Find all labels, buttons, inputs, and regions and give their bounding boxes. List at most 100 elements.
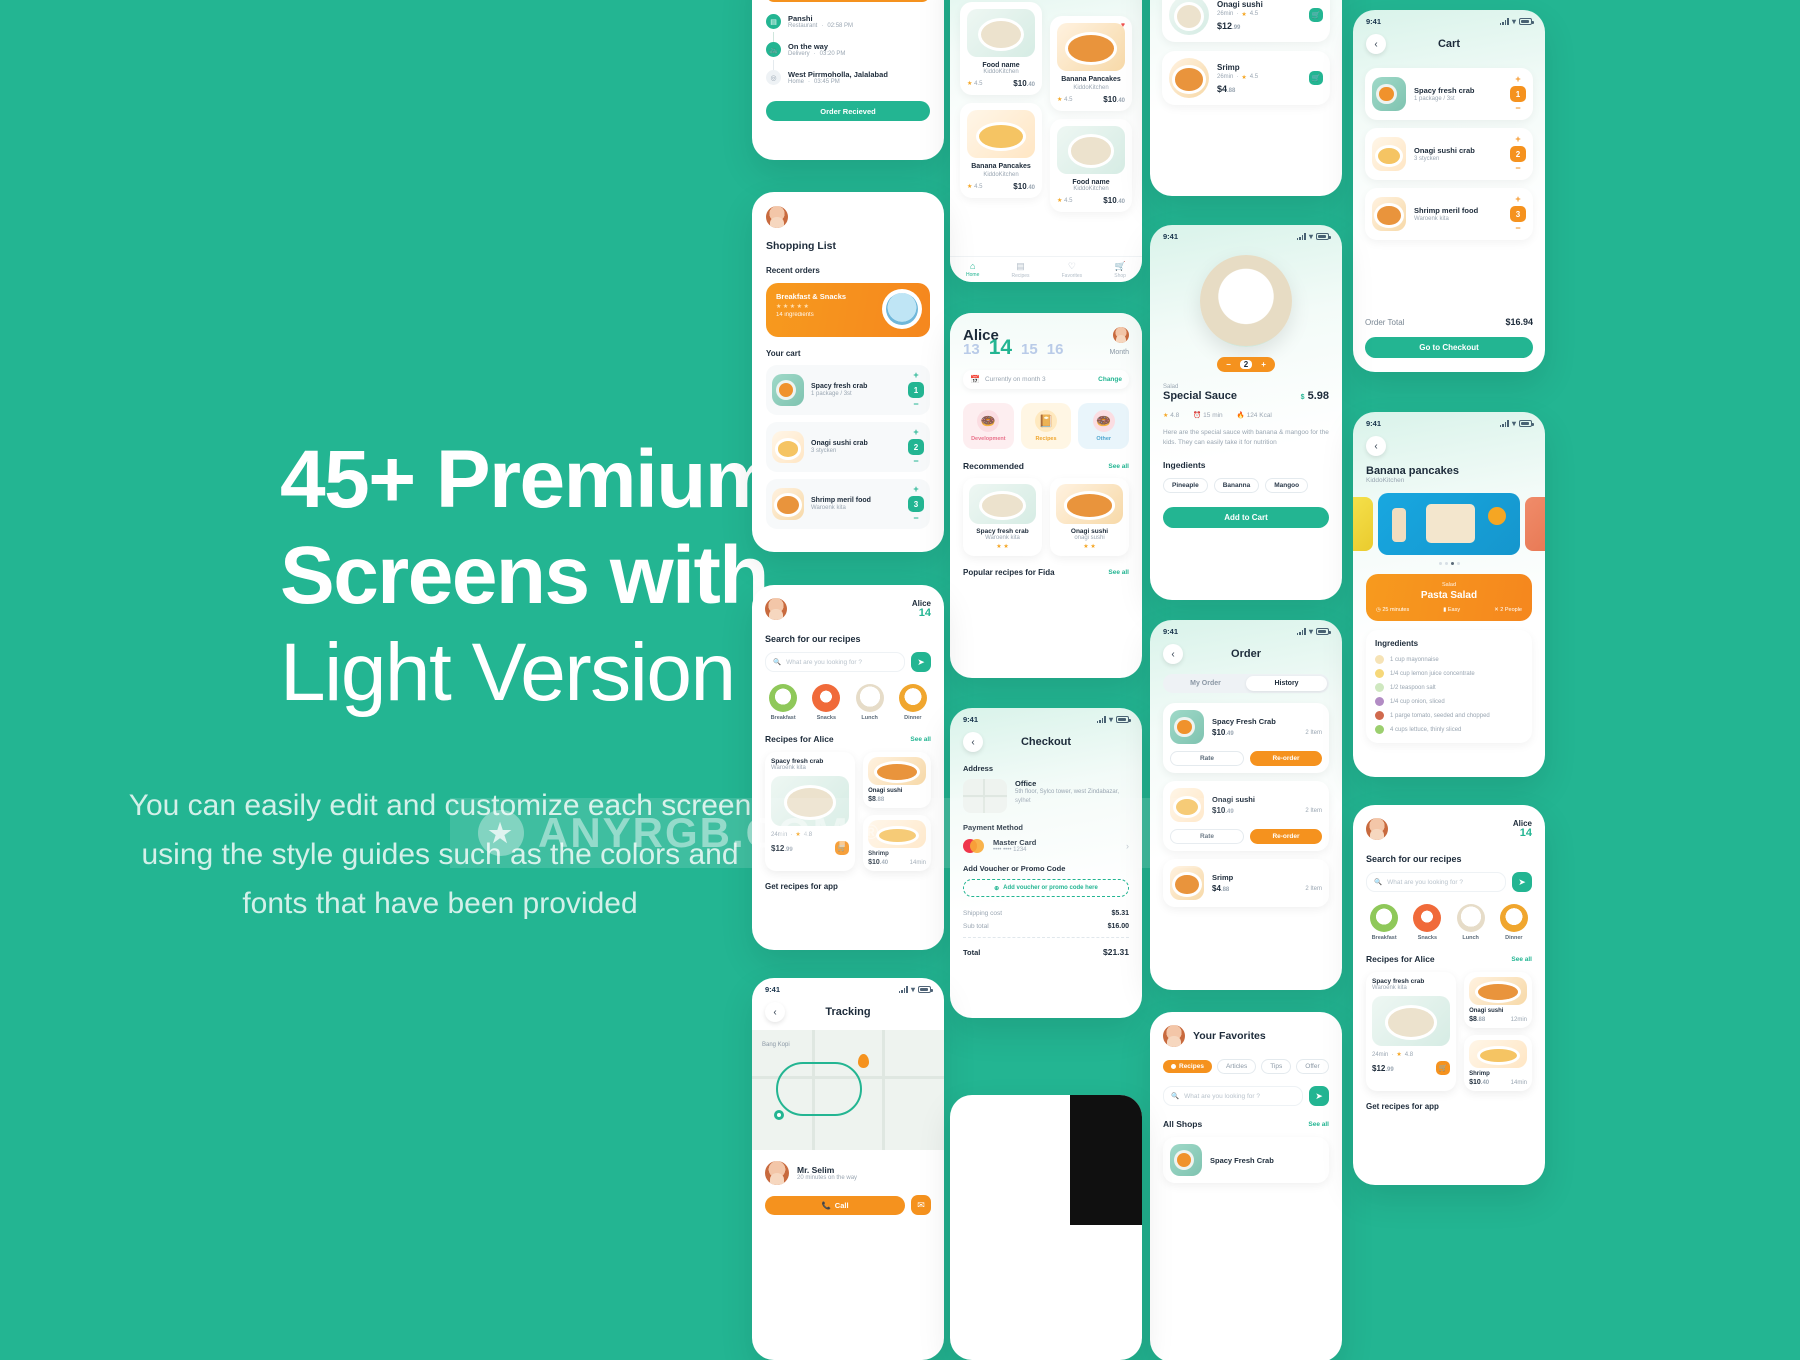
back-button[interactable]: ‹: [963, 732, 983, 752]
quantity-stepper[interactable]: + 3 −: [908, 485, 924, 523]
order-row[interactable]: Onagi sushi $10.49 2 Item Rate Re-order: [1163, 781, 1329, 851]
send-button[interactable]: ➤: [911, 652, 931, 672]
tab-recipes[interactable]: Recipes: [1163, 1060, 1212, 1073]
screen-search-alice[interactable]: Alice 14 Search for our recipes 🔍 What a…: [752, 585, 944, 950]
screen-tracking-status[interactable]: ▤ Panshi Restaurant · 02:58 PM 🚲 On the wa…: [752, 0, 944, 160]
period-label[interactable]: Month: [1110, 349, 1129, 356]
back-button[interactable]: ‹: [765, 1002, 785, 1022]
back-button[interactable]: ‹: [1163, 644, 1183, 664]
message-button[interactable]: ✉: [911, 1195, 931, 1215]
quantity-stepper[interactable]: − 2 +: [1217, 357, 1275, 372]
screen-cart[interactable]: 9:41 ▾ ‹ Cart Spacy fresh crab 1 package…: [1353, 10, 1545, 372]
order-row[interactable]: Srimp $4.88 2 Item: [1163, 859, 1329, 907]
cart-row[interactable]: Onagi sushi crab 3 stycken + 2 −: [1365, 128, 1533, 180]
reorder-button[interactable]: Re-order: [1250, 751, 1322, 766]
quantity-stepper[interactable]: + 1 −: [908, 371, 924, 409]
food-card[interactable]: Banana Pancakes KiddoKitchen ★ 4.5 $10.4…: [960, 103, 1042, 198]
quantity-stepper[interactable]: + 2 −: [1510, 135, 1526, 173]
map-view[interactable]: Bang Kopi: [752, 1030, 944, 1150]
category-dinner[interactable]: Dinner: [1496, 904, 1532, 941]
recipe-card-large[interactable]: Spacy fresh crab Waroenk kita 24min · ★ 4.8…: [765, 752, 856, 871]
food-card[interactable]: ♥ Banana Pancakes KiddoKitchen ★ 4.5 $10…: [1050, 16, 1132, 111]
see-all-link[interactable]: See all: [910, 736, 931, 743]
bottom-tab-bar[interactable]: ⌂ Home ▤ Recipes ♡ Favorites 🛒 Shop: [950, 256, 1142, 282]
category-dinner[interactable]: Dinner: [895, 684, 931, 721]
screen-order-history[interactable]: 9:41 ▾ ‹ Order My Order History Spacy Fr…: [1150, 620, 1342, 990]
increment-button[interactable]: +: [1515, 75, 1520, 84]
screen-quick-list[interactable]: Onagi sushi 26min · ★ 4.5 $12.99 🛒 Srimp 26…: [1150, 0, 1342, 196]
quantity-stepper[interactable]: + 1 −: [1510, 75, 1526, 113]
avatar[interactable]: [766, 206, 788, 228]
ingredient-chip[interactable]: Pineaple: [1163, 478, 1208, 494]
see-all-link[interactable]: See all: [1108, 569, 1129, 576]
search-input[interactable]: 🔍 What are you looking for ?: [1163, 1086, 1303, 1106]
screen-home-grid[interactable]: Food name KiddoKitchen ★ 4.5 $10.40 Bana…: [950, 0, 1142, 282]
tab-tips[interactable]: Tips: [1261, 1059, 1292, 1074]
recommended-card[interactable]: Onagi sushi onagi sushi ★ ★: [1050, 478, 1129, 556]
quantity-stepper[interactable]: + 2 −: [908, 428, 924, 466]
category-breakfast[interactable]: Breakfast: [765, 684, 801, 721]
increment-button[interactable]: +: [1515, 195, 1520, 204]
screen-tracking-map[interactable]: 9:41 ▾ ‹ Tracking Bang Kopi Mr. Selim 20…: [752, 978, 944, 1360]
recipe-card-small[interactable]: Onagi sushi $8.88: [863, 752, 931, 808]
food-card[interactable]: Food name KiddoKitchen ★ 4.5 $10.40: [960, 2, 1042, 95]
tab-shop[interactable]: 🛒 Shop: [1114, 261, 1126, 279]
increment-button[interactable]: +: [913, 371, 918, 380]
screen-partial-dark[interactable]: [950, 1095, 1142, 1360]
favorite-row[interactable]: Spacy Fresh Crab: [1163, 1137, 1329, 1183]
send-button[interactable]: ➤: [1512, 872, 1532, 892]
recipe-banner[interactable]: Salad Pasta Salad ◷ 25 minutes ▮ Easy ✕ …: [1366, 574, 1532, 621]
change-button[interactable]: Change: [1098, 376, 1122, 383]
tab-favorites[interactable]: ♡ Favorites: [1062, 261, 1083, 279]
list-item[interactable]: Srimp 26min · ★ 4.5 $4.88 🛒: [1162, 51, 1330, 105]
order-tabs[interactable]: My Order History: [1163, 674, 1329, 693]
tab-home[interactable]: ⌂ Home: [966, 261, 979, 278]
recommended-card[interactable]: Spacy fresh crab Waroenk kita ★ ★: [963, 478, 1042, 556]
day-14-active[interactable]: 14: [989, 336, 1012, 360]
category-snacks[interactable]: Snacks: [1409, 904, 1445, 941]
search-input[interactable]: 🔍 What are you looking for ?: [765, 652, 905, 672]
category-lunch[interactable]: Lunch: [852, 684, 888, 721]
screen-search-alice-2[interactable]: Alice 14 Search for our recipes 🔍 What a…: [1353, 805, 1545, 1185]
increment-button[interactable]: +: [1261, 360, 1266, 369]
go-to-checkout-button[interactable]: Go to Checkout: [1365, 337, 1533, 358]
category-development[interactable]: 🍩 Development: [963, 403, 1014, 449]
rate-button[interactable]: Rate: [1170, 829, 1244, 844]
tab-recipes[interactable]: ▤ Recipes: [1011, 261, 1029, 279]
carousel-prev-image[interactable]: [1353, 497, 1373, 551]
quantity-stepper[interactable]: + 3 −: [1510, 195, 1526, 233]
ingredient-chip[interactable]: Mangoo: [1265, 478, 1309, 494]
ingredient-chip[interactable]: Bananna: [1213, 478, 1260, 494]
category-recipes[interactable]: 📔 Recipes: [1020, 403, 1072, 449]
day-16[interactable]: 16: [1047, 341, 1064, 358]
list-item[interactable]: Onagi sushi 26min · ★ 4.5 $12.99 🛒: [1162, 0, 1330, 42]
increment-button[interactable]: +: [913, 428, 918, 437]
rate-button[interactable]: Rate: [1170, 751, 1244, 766]
recipe-card-small[interactable]: Shrimp $10.40 14min: [863, 815, 931, 871]
see-all-link[interactable]: See all: [1511, 956, 1532, 963]
day-15[interactable]: 15: [1021, 341, 1038, 358]
avatar[interactable]: [1163, 1025, 1185, 1047]
decrement-button[interactable]: −: [913, 514, 918, 523]
add-to-cart-icon[interactable]: 🛒: [1436, 1061, 1451, 1075]
add-to-cart-icon[interactable]: 🛒: [1309, 71, 1323, 85]
add-to-cart-icon[interactable]: 🛒: [1309, 8, 1323, 22]
see-all-link[interactable]: See all: [1108, 463, 1129, 470]
reorder-button[interactable]: Re-order: [1250, 829, 1322, 844]
increment-button[interactable]: +: [913, 485, 918, 494]
cart-row[interactable]: Onagi sushi crab 3 stycken + 2 −: [766, 422, 930, 472]
address-row[interactable]: Office 5th floor, Sylco tower, west Zind…: [963, 779, 1129, 813]
add-to-cart-button[interactable]: Add to Cart: [1163, 507, 1329, 529]
chevron-right-icon[interactable]: ›: [1126, 841, 1129, 851]
cart-row[interactable]: Spacy fresh crab 1 package / 3st + 1 −: [766, 365, 930, 415]
avatar[interactable]: [765, 598, 787, 620]
screen-checkout[interactable]: 9:41 ▾ ‹ Checkout Address Office 5th flo…: [950, 708, 1142, 1018]
food-card[interactable]: Food name KiddoKitchen ★ 4.5 $10.40: [1050, 118, 1132, 212]
decrement-button[interactable]: −: [1515, 104, 1520, 113]
back-button[interactable]: ‹: [1366, 436, 1386, 456]
screen-calendar[interactable]: Alice 13 14 15 16 Month 📅 Currently on m…: [950, 313, 1142, 678]
order-row[interactable]: Spacy Fresh Crab $10.49 2 Item Rate Re-o…: [1163, 703, 1329, 773]
decrement-button[interactable]: −: [1515, 164, 1520, 173]
avatar[interactable]: [1366, 818, 1388, 840]
cart-row[interactable]: Shrimp meril food Waroenk kita + 3 −: [1365, 188, 1533, 240]
